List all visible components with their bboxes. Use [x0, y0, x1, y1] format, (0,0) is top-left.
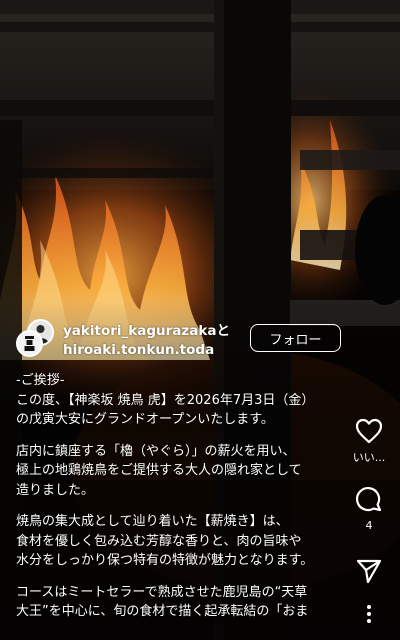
comment-button[interactable]: 4: [352, 486, 386, 532]
post-caption[interactable]: -ご挨拶- この度、【神楽坂 焼鳥 虎】を2026年7月3日（金） の戊寅大安に…: [16, 371, 356, 634]
follow-button[interactable]: フォロー: [250, 324, 341, 352]
collab-avatars[interactable]: [16, 318, 56, 358]
caption-paragraph: コースはミートセラーで熟成させた鹿児島の“天草 大王”を中心に、旬の食材で描く起…: [16, 584, 309, 620]
like-label: いい...: [352, 451, 386, 464]
avatar[interactable]: [16, 330, 43, 357]
heart-icon: [355, 418, 383, 444]
share-button[interactable]: [352, 558, 386, 584]
caption-paragraph: -ご挨拶- この度、【神楽坂 焼鳥 虎】を2026年7月3日（金） の戊寅大安に…: [16, 373, 315, 427]
reel-screen: yakitori_kagurazakaと hiroaki.tonkun.toda…: [0, 0, 400, 640]
more-vertical-icon: [367, 605, 371, 623]
author-names[interactable]: yakitori_kagurazakaと hiroaki.tonkun.toda: [63, 322, 230, 360]
like-button[interactable]: いい...: [352, 418, 386, 465]
more-options-button[interactable]: [352, 604, 386, 624]
send-icon: [356, 559, 382, 584]
comment-count: 4: [365, 519, 373, 532]
caption-paragraph: 焼鳥の集大成として辿り着いた【薪焼き】は、 食材を優しく包み込む芳醇な香りと、肉…: [16, 514, 314, 568]
caption-paragraph: 店内に鎮座する「櫓（やぐら）」の薪火を用い、 極上の地鶏焼鳥をご提供する大人の隠…: [16, 443, 302, 498]
comment-icon: [356, 487, 382, 512]
